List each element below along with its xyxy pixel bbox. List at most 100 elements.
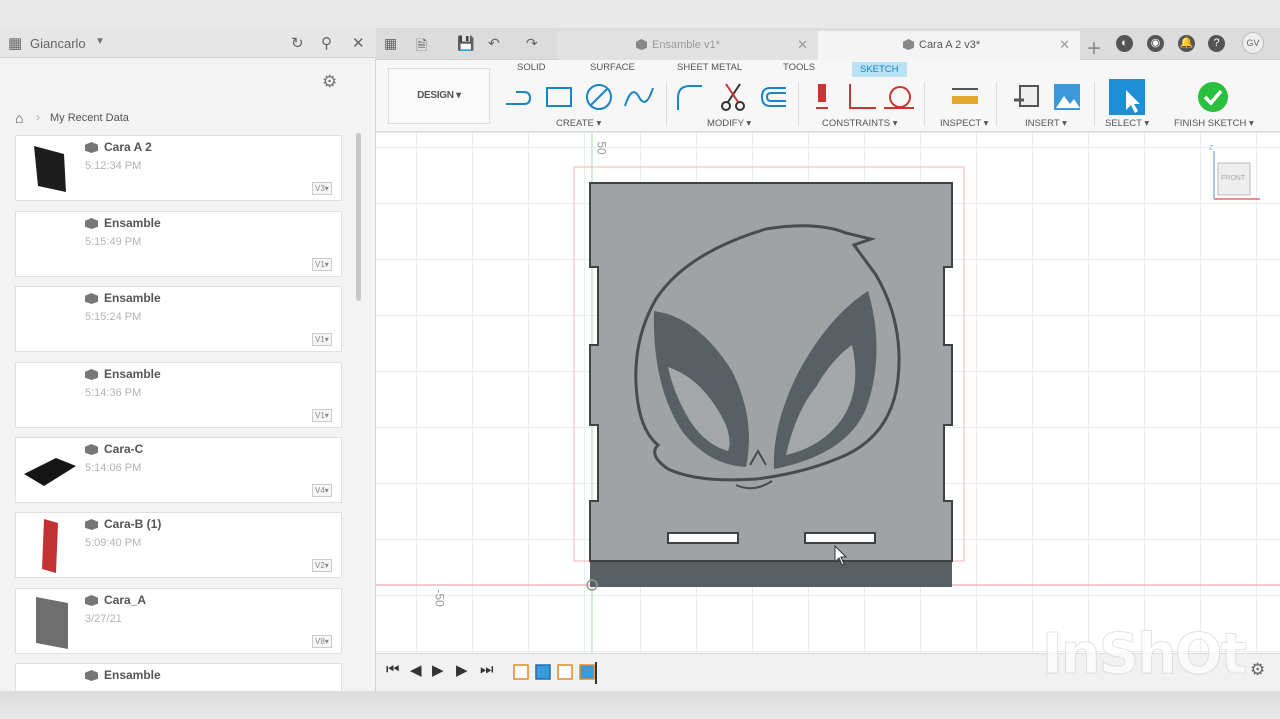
viewcube-label[interactable]: FRONT xyxy=(1221,175,1245,182)
timeline-active-sketch-icon xyxy=(579,664,595,680)
step-forward-icon[interactable]: ▶ xyxy=(456,661,468,679)
gear-icon[interactable]: ⚙ xyxy=(1250,660,1265,680)
inspect-menu[interactable]: INSPECT ▾ xyxy=(940,118,988,129)
extensions-icon[interactable]: ◉ xyxy=(1147,35,1164,52)
step-back-icon[interactable]: ◀ xyxy=(410,661,422,679)
grid-icon[interactable]: ▦ xyxy=(384,35,397,52)
circle-tool-icon[interactable] xyxy=(582,80,616,114)
file-card[interactable]: Cara-C 5:14:06 PM V4▾ xyxy=(15,437,342,503)
workspace-switcher[interactable]: DESIGN ▾ xyxy=(388,68,490,124)
scrollbar[interactable] xyxy=(356,133,361,301)
close-icon[interactable]: ✕ xyxy=(1059,37,1070,53)
tab-ensamble[interactable]: Ensamble v1* ✕ xyxy=(558,31,818,60)
tab-sketch[interactable]: SKETCH xyxy=(852,62,907,77)
gear-icon[interactable]: ⚙ xyxy=(322,72,337,92)
file-card[interactable]: Ensamble 5:14:36 PM V1▾ xyxy=(15,362,342,428)
version-label: V1 xyxy=(315,411,325,420)
file-menu-icon[interactable]: 🗎 xyxy=(416,35,427,59)
version-badge[interactable]: V1▾ xyxy=(312,258,332,271)
tab-cara-a-2[interactable]: Cara A 2 v3* ✕ xyxy=(818,31,1080,60)
file-time: 5:12:34 PM xyxy=(85,160,142,172)
trim-scissors-icon[interactable] xyxy=(716,80,750,114)
breadcrumb[interactable]: My Recent Data xyxy=(50,112,129,124)
new-tab-icon[interactable]: ＋ xyxy=(1086,35,1102,59)
constraints-menu[interactable]: CONSTRAINTS ▾ xyxy=(822,118,898,129)
refresh-icon[interactable]: ↻ xyxy=(291,34,304,52)
design-file-icon xyxy=(85,369,98,380)
timeline-sketch-icon xyxy=(513,664,529,680)
redo-icon[interactable]: ↷ xyxy=(526,35,538,52)
rectangle-tool-icon[interactable] xyxy=(542,80,576,114)
sketch-viewport[interactable] xyxy=(376,133,1280,653)
insert-image-icon[interactable] xyxy=(1050,80,1084,114)
design-file-icon xyxy=(85,519,98,530)
modify-menu[interactable]: MODIFY ▾ xyxy=(707,118,751,129)
design-file-icon xyxy=(85,293,98,304)
close-icon[interactable]: ✕ xyxy=(352,34,365,52)
version-label: V3 xyxy=(315,184,325,193)
file-card[interactable]: Ensamble 5:15:24 PM V1▾ xyxy=(15,286,342,352)
file-card[interactable]: Cara-B (1) 5:09:40 PM V2▾ xyxy=(15,512,342,578)
spline-tool-icon[interactable] xyxy=(622,80,656,114)
job-status-icon[interactable]: ◐ xyxy=(1116,35,1133,52)
file-card[interactable]: Cara A 2 5:12:34 PM V3▾ xyxy=(15,135,342,201)
timeline-features[interactable] xyxy=(512,662,602,684)
file-card[interactable]: Ensamble 5:15:49 PM V1▾ xyxy=(15,211,342,277)
search-icon[interactable]: ⚲ xyxy=(321,34,332,52)
design-file-icon xyxy=(636,39,647,50)
go-to-end-icon[interactable]: ⏭ xyxy=(480,661,494,678)
divider xyxy=(1094,82,1095,126)
create-menu[interactable]: CREATE ▾ xyxy=(556,118,601,129)
insert-menu[interactable]: INSERT ▾ xyxy=(1025,118,1067,129)
go-to-start-icon[interactable]: ⏮ xyxy=(386,661,400,678)
document-tab-bar: ▦ 🗎 💾 ↶ ↷ Ensamble v1* ✕ Cara A 2 v3* ✕ … xyxy=(376,28,1280,60)
notifications-icon[interactable]: 🔔 xyxy=(1178,35,1195,52)
divider xyxy=(996,82,997,126)
save-icon[interactable]: 💾 xyxy=(457,35,474,52)
insert-derive-icon[interactable] xyxy=(1010,80,1044,114)
file-card[interactable]: Ensamble xyxy=(15,663,342,691)
fix-constraint-icon[interactable] xyxy=(806,80,840,114)
avatar[interactable]: GV xyxy=(1242,32,1264,54)
file-time: 5:14:06 PM xyxy=(85,462,142,474)
bottom-strip xyxy=(0,691,1280,719)
measure-icon[interactable] xyxy=(948,80,982,114)
timeline-sketch-icon xyxy=(557,664,573,680)
design-canvas[interactable]: 50 -50 FRONT Z xyxy=(376,133,1280,653)
version-badge[interactable]: V1▾ xyxy=(312,409,332,422)
tab-sheet-metal[interactable]: SHEET METAL xyxy=(677,62,742,73)
close-icon[interactable]: ✕ xyxy=(797,37,808,53)
tab-surface[interactable]: SURFACE xyxy=(590,62,635,73)
finish-sketch-check-icon[interactable] xyxy=(1196,80,1230,114)
version-badge[interactable]: V4▾ xyxy=(312,484,332,497)
grid-menu-icon[interactable]: ▦ xyxy=(8,34,22,52)
version-badge[interactable]: V8▾ xyxy=(312,635,332,648)
tangent-constraint-icon[interactable] xyxy=(882,80,916,114)
user-name[interactable]: Giancarlo xyxy=(30,36,86,51)
design-file-icon xyxy=(85,444,98,455)
line-tool-icon[interactable] xyxy=(502,80,536,114)
tab-tools[interactable]: TOOLS xyxy=(783,62,815,73)
perpendicular-constraint-icon[interactable] xyxy=(846,80,880,114)
finish-sketch-menu[interactable]: FINISH SKETCH ▾ xyxy=(1174,118,1254,129)
finish-sketch-label: FINISH SKETCH xyxy=(1174,118,1247,129)
file-name: Ensamble xyxy=(104,367,161,381)
file-time: 3/27/21 xyxy=(85,613,122,625)
select-tool-icon[interactable] xyxy=(1108,78,1146,116)
fillet-tool-icon[interactable] xyxy=(672,80,706,114)
chevron-down-icon[interactable]: ▼ xyxy=(95,36,105,47)
play-icon[interactable]: ▶ xyxy=(432,661,444,679)
home-icon[interactable]: ⌂ xyxy=(15,110,23,126)
viewcube-axis-label: Z xyxy=(1209,145,1214,152)
file-card[interactable]: Cara_A 3/27/21 V8▾ xyxy=(15,588,342,654)
help-icon[interactable]: ? xyxy=(1208,35,1225,52)
version-badge[interactable]: V1▾ xyxy=(312,333,332,346)
select-menu[interactable]: SELECT ▾ xyxy=(1105,118,1149,129)
tab-solid[interactable]: SOLID xyxy=(517,62,546,73)
version-badge[interactable]: V2▾ xyxy=(312,559,332,572)
undo-icon[interactable]: ↶ xyxy=(488,35,500,52)
divider xyxy=(798,82,799,126)
offset-tool-icon[interactable] xyxy=(756,80,790,114)
file-time: 5:14:36 PM xyxy=(85,387,142,399)
version-badge[interactable]: V3▾ xyxy=(312,182,332,195)
